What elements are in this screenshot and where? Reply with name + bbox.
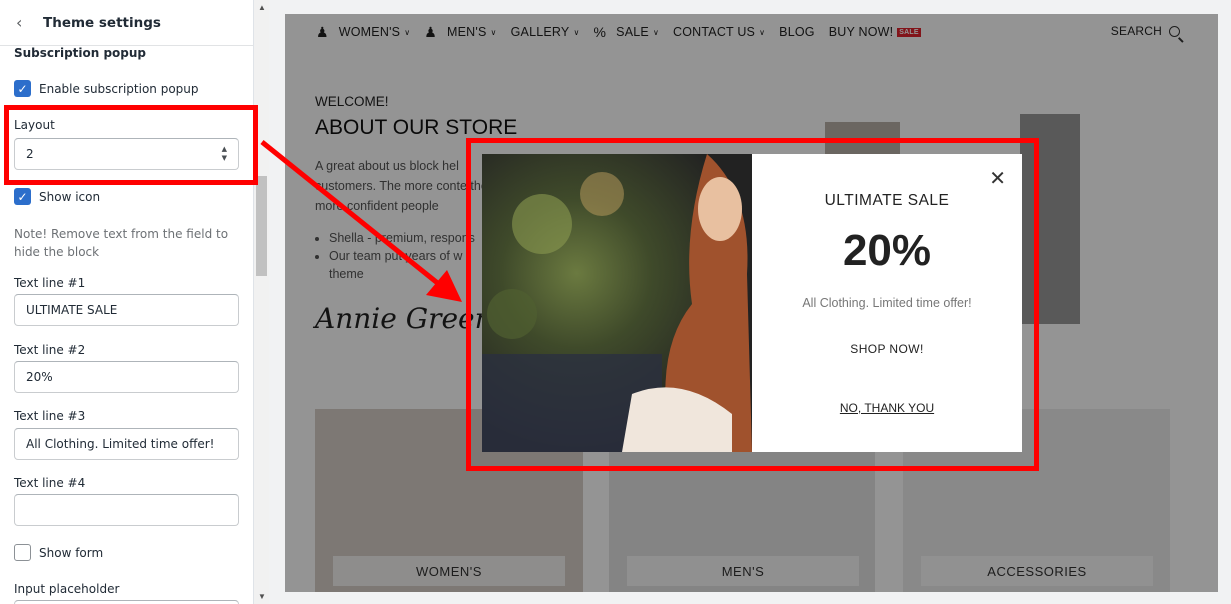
callout-arrow: [260, 140, 462, 302]
